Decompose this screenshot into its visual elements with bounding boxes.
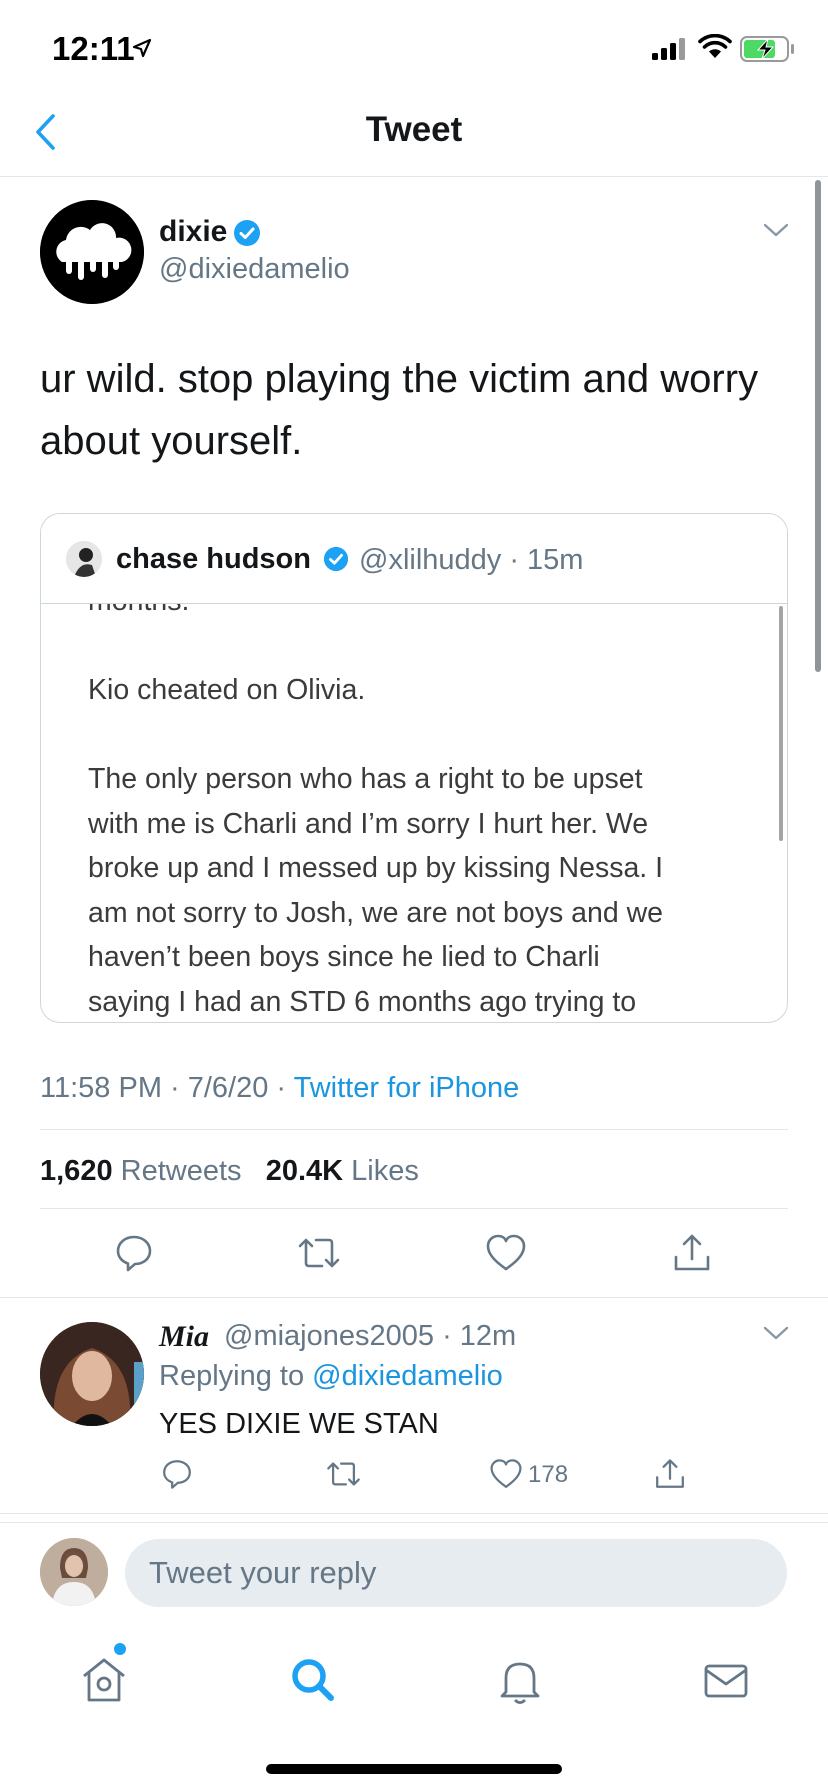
tweet-source-link[interactable]: Twitter for iPhone [294,1072,520,1104]
likes-link[interactable]: 20.4K Likes [266,1155,419,1187]
author-name[interactable]: dixie [159,215,227,249]
home-icon [83,1658,125,1702]
share-button[interactable] [672,1233,712,1273]
signal-icon [652,38,688,60]
likes-count: 20.4K [265,1155,344,1187]
like-icon [486,1234,526,1271]
share-icon [656,1459,684,1488]
tab-messages[interactable] [696,1650,756,1710]
verified-badge-icon [233,219,261,247]
author-handle[interactable]: @dixiedamelio [159,253,350,286]
page-scrollbar[interactable] [815,180,821,672]
like-icon [490,1459,522,1488]
reply-author-avatar[interactable] [40,1322,144,1426]
tab-search[interactable] [283,1650,343,1710]
retweets-label: Retweets [112,1155,242,1187]
author-avatar[interactable] [40,200,144,304]
retweets-count: 1,620 [40,1155,113,1187]
retweet-button[interactable] [296,1233,342,1273]
reply-icon [116,1235,152,1272]
quoted-tweet-line: broke up and I messed up by kissing Ness… [88,852,664,884]
current-user-avatar[interactable] [40,1538,108,1606]
notifications-icon [500,1662,540,1704]
quoted-tweet-line: am not sorry to Josh, we are not boys an… [88,896,664,929]
tweet-text: ur wild. stop playing the victim and wor… [40,357,759,463]
divider [40,1208,788,1209]
status-time: 12:11 [52,30,135,67]
reply-icon [163,1460,191,1489]
quoted-tweet-line [88,713,663,758]
battery-charging-icon [740,36,796,62]
quoted-tweet-text: months. Kio cheated on Olivia. The only pe… [88,603,664,1022]
quoted-author-handle: @xlilhuddy · 15m [359,544,584,576]
home-indicator[interactable] [266,1764,562,1774]
home-notification-dot [114,1643,126,1655]
quoted-tweet-card[interactable]: chase hudson @xlilhuddy · 15m months. Kio… [40,513,788,1023]
share-icon [674,1234,710,1271]
quoted-tweet-line: with me is Charli and I’m sorry I hurt h… [88,807,649,840]
quoted-author-avatar [66,541,102,577]
reply-author-name[interactable]: Mia [159,1320,209,1354]
replying-to-link[interactable]: @dixiedamelio [312,1360,503,1392]
like-button[interactable] [485,1233,527,1273]
tweet-menu-button[interactable] [763,222,789,238]
reply-like-count: 178 [528,1461,569,1488]
retweet-icon [298,1238,340,1268]
quoted-tweet-line: saying I had an STD 6 months ago trying … [88,985,637,1018]
reply-text: YES DIXIE WE STAN [159,1408,439,1440]
tab-notifications[interactable] [490,1650,550,1710]
chevron-down-icon [763,1326,789,1340]
reply-like-button[interactable] [489,1458,523,1490]
tweet-stats: 1,620 Retweets 20.4K Likes [40,1155,419,1188]
reply-share-button[interactable] [654,1458,686,1490]
replying-to-line: Replying to @dixiedamelio [159,1360,503,1393]
page-title: Tweet [365,110,463,149]
reply-button[interactable] [114,1233,154,1273]
quoted-tweet-scrollbar[interactable] [779,606,783,841]
quoted-tweet-line: months. [88,603,663,624]
replying-to-prefix: Replying to [159,1360,313,1392]
quoted-author-name: chase hudson [116,543,311,575]
reply-author-handle[interactable]: @miajones2005 · 12m [224,1320,516,1353]
quoted-tweet-body: months. Kio cheated on Olivia. The only pe… [88,603,768,1022]
quoted-tweet-line [88,624,663,669]
tweet-timestamp-line: 11:58 PM · 7/6/20 · Twitter for iPhone [40,1072,519,1105]
retweet-icon [327,1462,360,1486]
divider [0,1297,828,1298]
chevron-down-icon [763,223,789,237]
cloud-logo-icon [40,200,144,304]
likes-label: Likes [343,1155,419,1187]
divider [0,1513,828,1514]
retweets-link[interactable]: 1,620 Retweets [40,1155,242,1187]
header-divider [0,176,828,177]
verified-badge-icon [323,546,349,572]
tweet-timestamp: 11:58 PM · 7/6/20 · [40,1072,294,1104]
messages-icon [704,1664,748,1698]
divider [0,1522,828,1523]
reply-reply-button[interactable] [161,1458,193,1490]
quoted-tweet-line: Kio cheated on Olivia. [88,674,366,706]
quoted-tweet-line: haven’t been boys since he lied to Charl… [88,941,600,973]
location-arrow-icon [132,38,152,58]
reply-input[interactable] [125,1539,787,1607]
reply-retweet-button[interactable] [325,1458,362,1490]
reply-menu-button[interactable] [763,1325,789,1341]
quoted-tweet-header: chase hudson @xlilhuddy · 15m [41,514,787,604]
divider [40,1129,788,1130]
wifi-icon [698,34,732,60]
search-icon [292,1659,334,1701]
tab-home[interactable] [74,1650,134,1710]
quoted-tweet-line: The only person who has a right to be up… [88,763,643,795]
